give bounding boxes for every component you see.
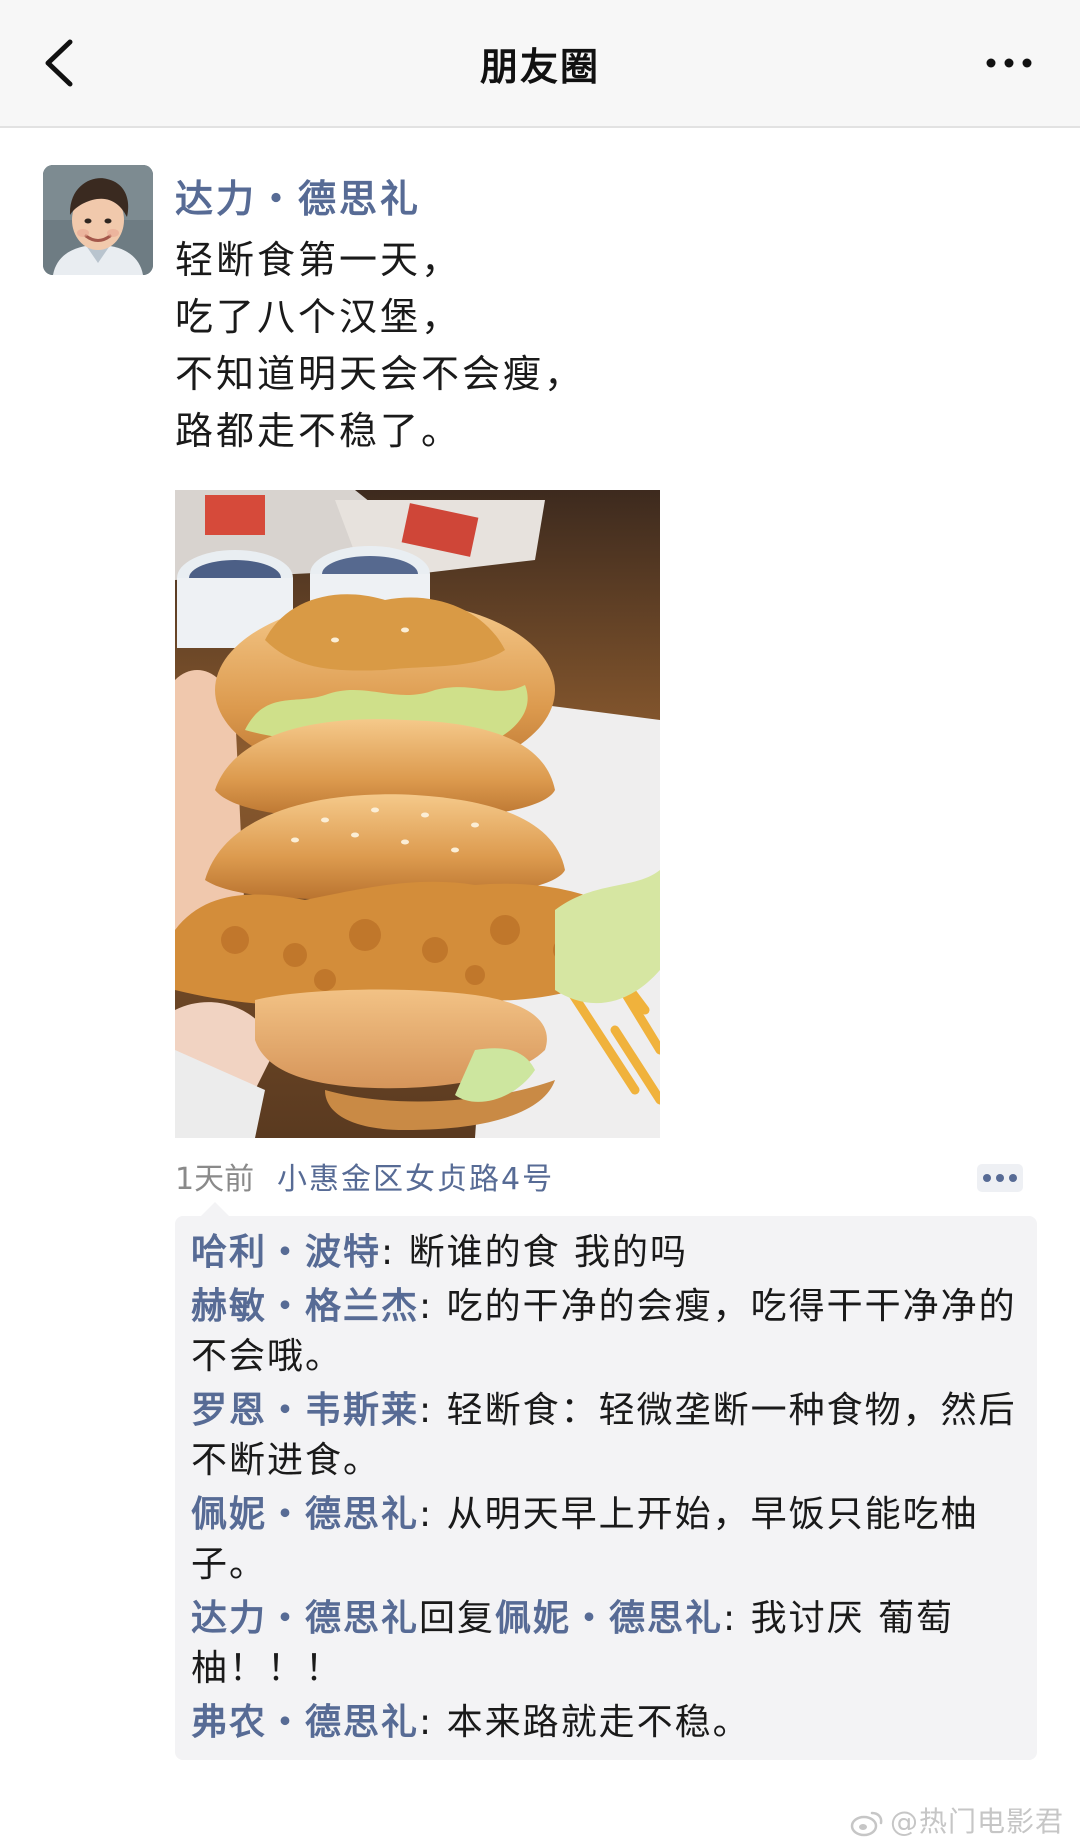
ellipsis-icon bbox=[986, 58, 1032, 68]
more-options-button[interactable] bbox=[974, 40, 1044, 86]
comment-author[interactable]: 佩妮・德思礼 bbox=[191, 1494, 419, 1535]
comment-item[interactable]: 达力・德思礼回复佩妮・德思礼: 我讨厌 葡萄柚！！！ bbox=[191, 1594, 1023, 1694]
watermark-text: @热门电影君 bbox=[889, 1805, 1064, 1838]
watermark: @热门电影君 bbox=[850, 1800, 1064, 1840]
post-text-line: 路都走不稳了。 bbox=[175, 409, 463, 453]
post-time: 1天前 bbox=[175, 1162, 255, 1197]
comment-separator: : bbox=[723, 1598, 751, 1639]
comment-list: 哈利・波特: 断谁的食 我的吗 赫敏・格兰杰: 吃的干净的会瘦，吃得干干净净的不… bbox=[175, 1202, 1037, 1760]
reply-target[interactable]: 佩妮・德思礼 bbox=[495, 1598, 723, 1639]
comment-separator: : bbox=[419, 1286, 447, 1327]
comment-text: 断谁的食 我的吗 bbox=[408, 1232, 689, 1273]
post-photo[interactable] bbox=[175, 490, 660, 1138]
reply-word: 回复 bbox=[419, 1598, 496, 1639]
comment-author[interactable]: 达力・德思礼 bbox=[191, 1598, 419, 1639]
comment-item[interactable]: 弗农・德思礼: 本来路就走不稳。 bbox=[191, 1698, 1023, 1748]
action-dots-icon[interactable] bbox=[977, 1164, 1023, 1192]
comment-author[interactable]: 哈利・波特 bbox=[191, 1232, 381, 1273]
avatar[interactable] bbox=[43, 165, 153, 275]
comment-separator: : bbox=[419, 1494, 447, 1535]
top-nav-bar: 朋友圈 bbox=[0, 0, 1080, 128]
post-text-line: 轻断食第一天， bbox=[175, 238, 463, 282]
comment-separator: : bbox=[419, 1390, 447, 1431]
post-meta: 1天前 小惠金区女贞路4号 bbox=[175, 1152, 1035, 1202]
comment-item[interactable]: 罗恩・韦斯莱: 轻断食：轻微垄断一种食物，然后不断进食。 bbox=[191, 1386, 1023, 1486]
comment-text: 本来路就走不稳。 bbox=[446, 1702, 751, 1743]
comment-author[interactable]: 赫敏・格兰杰 bbox=[191, 1286, 419, 1327]
comment-item[interactable]: 赫敏・格兰杰: 吃的干净的会瘦，吃得干干净净的不会哦。 bbox=[191, 1282, 1023, 1382]
post-text: 轻断食第一天， 吃了八个汉堡， 不知道明天会不会瘦， 路都走不稳了。 bbox=[175, 232, 895, 460]
weibo-icon bbox=[850, 1811, 883, 1837]
post-text-line: 不知道明天会不会瘦， bbox=[175, 352, 586, 396]
comment-item[interactable]: 佩妮・德思礼: 从明天早上开始，早饭只能吃柚子。 bbox=[191, 1490, 1023, 1590]
comment-author[interactable]: 罗恩・韦斯莱 bbox=[191, 1390, 419, 1431]
burger-photo bbox=[175, 490, 660, 1138]
avatar-portrait bbox=[43, 165, 153, 275]
comment-item[interactable]: 哈利・波特: 断谁的食 我的吗 bbox=[191, 1228, 1023, 1278]
comment-separator: : bbox=[419, 1702, 447, 1743]
post-location[interactable]: 小惠金区女贞路4号 bbox=[277, 1154, 554, 1198]
post-text-line: 吃了八个汉堡， bbox=[175, 295, 463, 339]
page-title: 朋友圈 bbox=[479, 45, 600, 89]
post-author-name[interactable]: 达力・德思礼 bbox=[175, 168, 421, 223]
comment-author[interactable]: 弗农・德思礼 bbox=[191, 1702, 419, 1743]
comment-separator: : bbox=[381, 1232, 409, 1273]
